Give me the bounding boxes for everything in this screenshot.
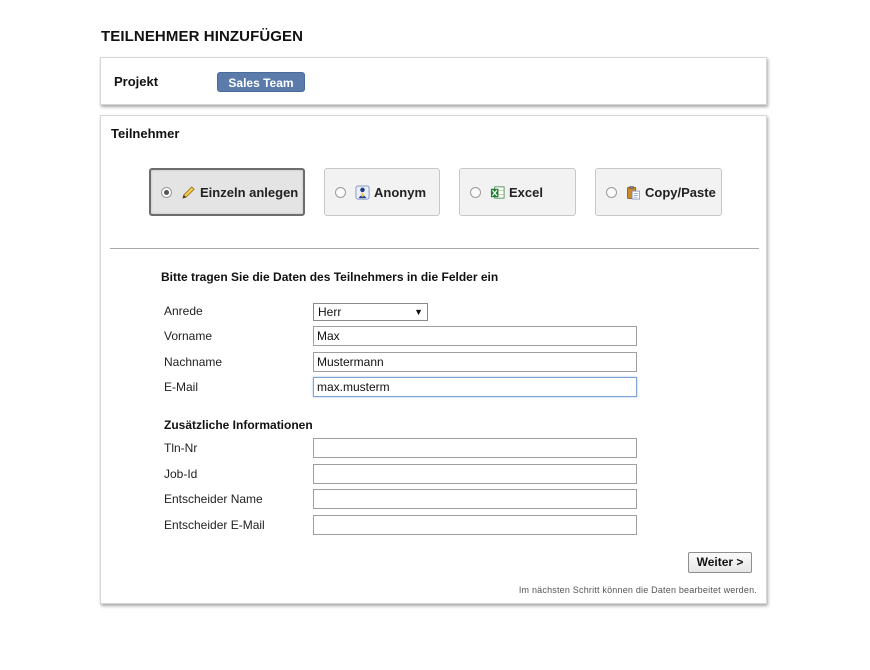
- mode-label: Copy/Paste: [645, 184, 716, 200]
- job-id-label: Job-Id: [164, 467, 198, 481]
- page-title: TEILNEHMER HINZUFÜGEN: [101, 28, 304, 45]
- vorname-label: Vorname: [164, 329, 213, 343]
- form-instruction: Bitte tragen Sie die Daten des Teilnehme…: [161, 270, 499, 284]
- mode-label: Excel: [509, 184, 543, 200]
- anrede-label: Anrede: [164, 304, 203, 318]
- project-label: Projekt: [114, 74, 159, 89]
- tln-nr-input[interactable]: [313, 438, 637, 458]
- vorname-input[interactable]: [313, 326, 637, 346]
- radio-icon[interactable]: [335, 186, 346, 198]
- participants-panel: Teilnehmer Einzeln anlegen Anonym Excel: [100, 115, 767, 604]
- clipboard-icon: [627, 185, 640, 199]
- radio-icon[interactable]: [606, 186, 617, 198]
- mode-label: Einzeln anlegen: [200, 184, 299, 200]
- footnote: Im nächsten Schritt können die Daten bea…: [518, 585, 757, 595]
- nachname-label: Nachname: [164, 355, 223, 369]
- divider: [110, 248, 759, 249]
- mode-einzeln-button[interactable]: Einzeln anlegen: [149, 168, 305, 216]
- entscheider-email-input[interactable]: [313, 515, 637, 535]
- project-badge: Sales Team: [217, 72, 305, 92]
- mode-label: Anonym: [374, 184, 426, 200]
- job-id-input[interactable]: [313, 464, 637, 484]
- anrede-select[interactable]: Herr ▼: [313, 303, 428, 321]
- anrede-selected-value: Herr: [318, 305, 342, 319]
- section-title: Teilnehmer: [111, 126, 180, 141]
- entscheider-email-label: Entscheider E-Mail: [164, 518, 265, 532]
- entscheider-name-input[interactable]: [313, 489, 637, 509]
- additional-info-heading: Zusätzliche Informationen: [164, 418, 313, 432]
- pencil-icon: [182, 185, 195, 199]
- excel-icon: [490, 186, 505, 198]
- email-input[interactable]: [313, 377, 637, 397]
- radio-icon[interactable]: [470, 186, 481, 198]
- email-label: E-Mail: [164, 380, 199, 394]
- nachname-input[interactable]: [313, 352, 637, 372]
- tln-nr-label: Tln-Nr: [164, 441, 198, 455]
- entscheider-name-label: Entscheider Name: [164, 492, 263, 506]
- anonymous-user-icon: [355, 185, 370, 199]
- radio-selected-icon[interactable]: [161, 186, 172, 198]
- mode-copy-paste-button[interactable]: Copy/Paste: [595, 168, 722, 216]
- caret-down-icon: ▼: [414, 307, 423, 317]
- project-panel: Projekt Sales Team: [100, 57, 767, 105]
- mode-anonym-button[interactable]: Anonym: [324, 168, 440, 216]
- mode-excel-button[interactable]: Excel: [459, 168, 576, 216]
- next-button[interactable]: Weiter >: [688, 552, 752, 573]
